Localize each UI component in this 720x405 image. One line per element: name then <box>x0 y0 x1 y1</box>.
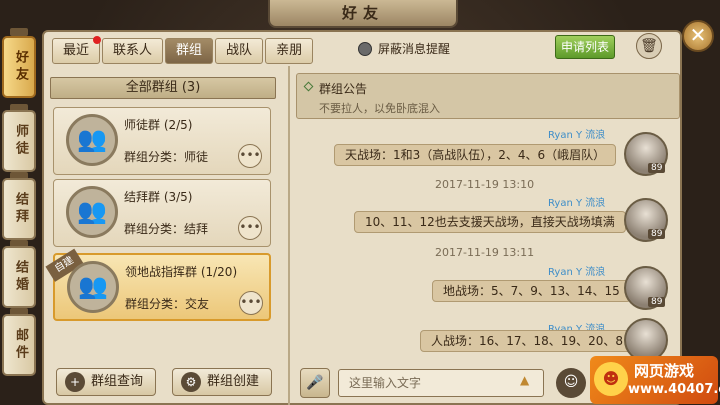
microphone-icon[interactable]: 🎤 <box>300 368 330 398</box>
message-bubble: 人战场：16、17、18、19、20、8 <box>420 330 634 352</box>
group-name: 师徒群 (2/5) <box>124 118 193 132</box>
tab-recent[interactable]: 最近 <box>52 36 102 64</box>
tab-label: 联系人 <box>113 43 153 58</box>
tab-label: 亲朋 <box>276 43 303 58</box>
side-tab-sworn[interactable]: 结拜 <box>2 178 36 240</box>
timestamp: 2017-11-19 13:11 <box>435 246 535 259</box>
diamond-icon <box>303 81 314 92</box>
apply-list-button[interactable]: 申请列表 <box>555 35 615 59</box>
group-avatar-icon: 👥 <box>66 114 118 166</box>
tab-relatives[interactable]: 亲朋 <box>265 38 314 64</box>
watermark-url: www.40407.com <box>628 382 720 397</box>
close-icon[interactable]: ✕ <box>682 20 714 52</box>
radio-icon[interactable] <box>358 41 372 56</box>
level-badge: 89 <box>648 229 666 239</box>
tab-contacts[interactable]: 联系人 <box>102 38 164 64</box>
side-tab-mail[interactable]: 邮件 <box>2 314 36 376</box>
group-category: 群组分类：交友 <box>125 297 210 311</box>
tab-label: 战队 <box>226 43 253 58</box>
group-avatar-icon: 👥 <box>67 261 119 313</box>
chevron-up-icon[interactable]: ▲ <box>520 373 529 387</box>
group-category: 群组分类：师徒 <box>124 150 209 164</box>
watermark-text: 网页游戏 <box>634 362 695 380</box>
more-icon[interactable]: ••• <box>238 216 262 240</box>
timestamp: 2017-11-19 13:10 <box>435 178 535 191</box>
message-sender: Ryan Y 流浪 <box>548 130 606 141</box>
more-icon[interactable]: ••• <box>238 144 262 168</box>
gear-icon: ⚙ <box>181 372 201 392</box>
level-badge: 89 <box>648 163 666 173</box>
group-card-selected[interactable]: 自建 👥 领地战指挥群 (1/20) 群组分类：交友 ••• <box>45 248 271 321</box>
group-card[interactable]: 👥 结拜群 (3/5) 群组分类：结拜 ••• <box>53 179 271 247</box>
notice-text: 不要拉人，以免卧底混入 <box>319 102 440 115</box>
divider <box>288 66 290 405</box>
side-tab-marriage[interactable]: 结婚 <box>2 246 36 308</box>
group-name: 结拜群 (3/5) <box>124 190 193 204</box>
notice-title: 群组公告 <box>319 82 368 96</box>
button-label: 群组查询 <box>91 374 144 389</box>
tab-groups[interactable]: 群组 <box>165 38 214 64</box>
friends-screen: 好友 ✕ 好友 师徒 结拜 结婚 邮件 最近 联系人 群组 战队 亲朋 屏蔽消息… <box>0 0 720 405</box>
group-avatar-icon: 👥 <box>66 186 118 238</box>
level-badge: 89 <box>648 297 666 307</box>
group-search-button[interactable]: + 群组查询 <box>56 368 156 396</box>
message-bubble: 地战场：5、7、9、13、14、15 <box>432 280 631 302</box>
group-notice: 群组公告 不要拉人，以免卧底混入 <box>296 73 680 119</box>
top-tabs: 最近 联系人 群组 战队 亲朋 <box>52 36 314 64</box>
message-sender: Ryan Y 流浪 <box>548 198 606 209</box>
all-groups-header[interactable]: 全部群组 (3) <box>50 77 276 99</box>
group-category: 群组分类：结拜 <box>124 222 209 236</box>
logo-face-icon: ☻ <box>594 362 628 396</box>
message-bubble: 10、11、12也去支援天战场，直接天战场填满 <box>354 211 626 233</box>
emoji-icon[interactable]: ☺ <box>556 368 586 398</box>
button-label: 群组创建 <box>207 374 260 389</box>
mute-label: 屏蔽消息提醒 <box>378 42 451 56</box>
tab-cap <box>10 28 28 36</box>
side-tab-master[interactable]: 师徒 <box>2 110 36 172</box>
tab-label: 最近 <box>63 43 90 58</box>
notification-badge <box>93 36 102 44</box>
group-create-button[interactable]: ⚙ 群组创建 <box>172 368 272 396</box>
group-name: 领地战指挥群 (1/20) <box>125 265 238 279</box>
side-tab-friends[interactable]: 好友 <box>2 36 36 98</box>
site-watermark-logo: ☻ 网页游戏 www.40407.com <box>590 356 720 404</box>
message-bubble: 天战场：1和3（高战队伍），2、4、6（峨眉队） <box>334 144 617 166</box>
mute-toggle[interactable]: 屏蔽消息提醒 <box>358 40 450 57</box>
add-user-icon: + <box>65 372 85 392</box>
more-icon[interactable]: ••• <box>239 291 263 315</box>
tab-team[interactable]: 战队 <box>215 38 264 64</box>
group-card[interactable]: 👥 师徒群 (2/5) 群组分类：师徒 ••• <box>53 107 271 175</box>
window-title: 好友 <box>268 0 458 28</box>
tab-label: 群组 <box>176 43 203 58</box>
trash-icon[interactable]: 🗑 <box>636 33 662 59</box>
message-sender: Ryan Y 流浪 <box>548 267 606 278</box>
chat-input[interactable]: 这里输入文字 <box>338 369 544 397</box>
